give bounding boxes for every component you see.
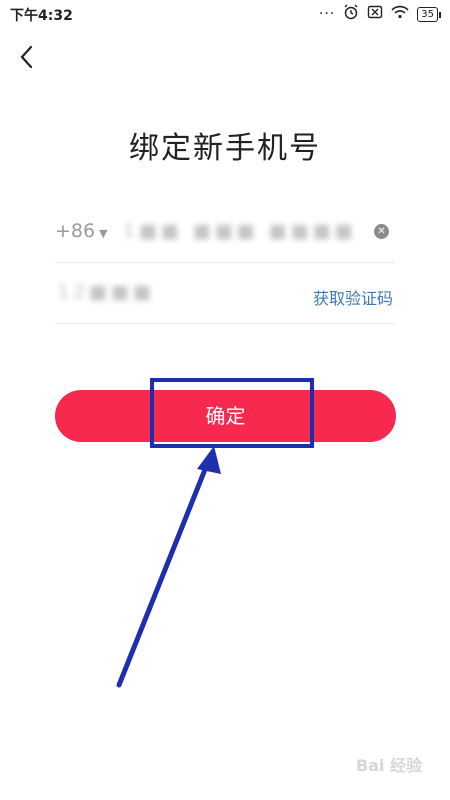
annotation-arrow [116, 446, 221, 688]
watermark-logo: Bai 经验 [355, 756, 422, 775]
